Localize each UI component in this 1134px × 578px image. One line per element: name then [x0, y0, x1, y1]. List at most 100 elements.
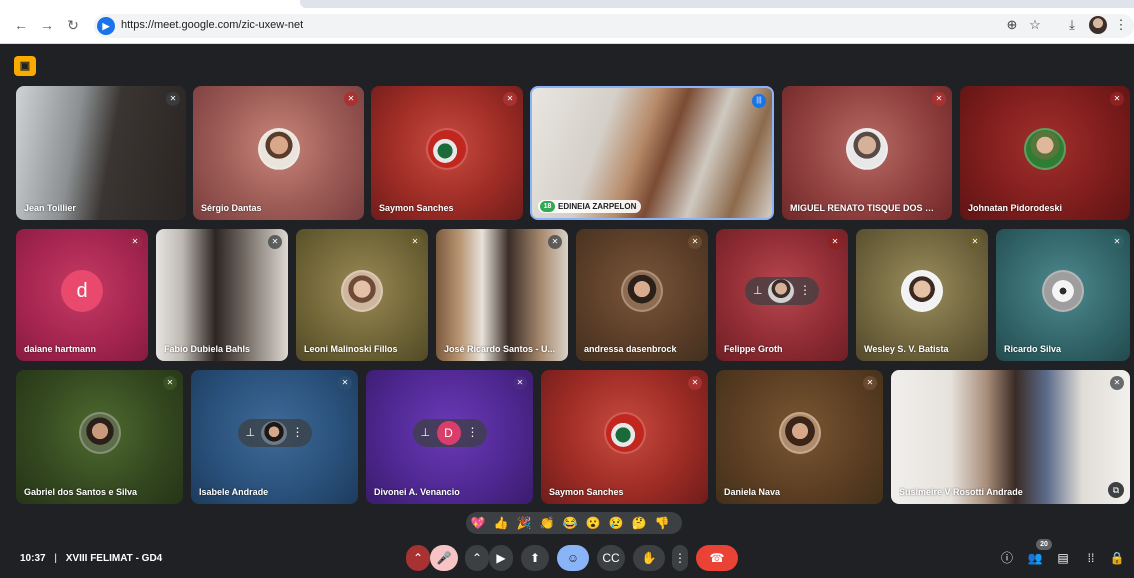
- star-icon[interactable]: ☆: [1026, 16, 1044, 34]
- participant-tile[interactable]: ✕ andressa dasenbrock: [576, 229, 708, 361]
- download-icon[interactable]: ⤓: [1063, 16, 1081, 34]
- participant-name: Ricardo Silva: [1004, 344, 1062, 354]
- mic-off-icon: ✕: [828, 235, 842, 249]
- mic-off-icon: ✕: [1110, 92, 1124, 106]
- tab-strip: [300, 0, 1134, 8]
- participant-name: Isabele Andrade: [199, 487, 269, 497]
- pin-icon[interactable]: ⊥: [421, 426, 431, 439]
- raise-hand-button[interactable]: ✋: [633, 545, 665, 571]
- host-controls-icon[interactable]: 🔒: [1108, 549, 1126, 567]
- participant-tile[interactable]: ✕ ⊥ ⋮ Felippe Groth: [716, 229, 848, 361]
- participant-tile[interactable]: ✕ d daiane hartmann: [16, 229, 148, 361]
- participant-tile[interactable]: ✕ Jean Toillier: [16, 86, 186, 220]
- reaction-laugh[interactable]: 😂: [562, 515, 578, 531]
- reaction-sad[interactable]: 😢: [608, 515, 624, 531]
- participant-tile[interactable]: ✕ MIGUEL RENATO TISQUE DOS S...: [782, 86, 952, 220]
- avatar: [768, 279, 794, 303]
- meeting-details-icon[interactable]: ⓘ: [998, 549, 1016, 567]
- reframe-icon[interactable]: ⧉: [1108, 482, 1124, 498]
- people-icon[interactable]: 👥: [1026, 549, 1044, 567]
- avatar: [257, 128, 300, 170]
- participant-tile[interactable]: ✕ Johnatan Pidorodeski: [960, 86, 1130, 220]
- url-text[interactable]: https://meet.google.com/zic-uxew-net: [121, 19, 303, 31]
- participant-tile[interactable]: ✕ Daniela Nava: [716, 370, 883, 504]
- address-bar[interactable]: ▶ https://meet.google.com/zic-uxew-net: [94, 14, 1134, 38]
- more-options-icon[interactable]: ⋮: [799, 283, 811, 297]
- mic-off-icon: ✕: [503, 92, 517, 106]
- mic-off-icon: ✕: [688, 235, 702, 249]
- avatar: [621, 270, 663, 312]
- mic-off-icon: ✕: [513, 376, 527, 390]
- captions-button[interactable]: CC: [597, 545, 625, 571]
- avatar: [778, 412, 821, 454]
- mic-off-icon: ✕: [408, 235, 422, 249]
- mic-off-icon: ✕: [344, 92, 358, 106]
- browser-toolbar: ← → ↻ ▶ https://meet.google.com/zic-uxew…: [0, 0, 1134, 44]
- participant-tile[interactable]: ✕ Saymon Sanches: [371, 86, 523, 220]
- pin-icon[interactable]: ⊥: [753, 284, 763, 297]
- camera-toggle-button[interactable]: ▶: [489, 545, 513, 571]
- zoom-icon[interactable]: ⊕: [1003, 16, 1021, 34]
- reaction-thumbs-up[interactable]: 👍: [493, 515, 509, 531]
- participant-tile[interactable]: ✕ ⧉ Susimeire V Rosotti Andrade: [891, 370, 1130, 504]
- chat-icon[interactable]: ▤: [1054, 549, 1072, 567]
- more-options-button[interactable]: ⋮: [672, 545, 688, 571]
- participant-tile[interactable]: ✕ ⊥ ⋮ Isabele Andrade: [191, 370, 358, 504]
- participant-name: Felippe Groth: [724, 344, 783, 354]
- avatar: [426, 128, 468, 170]
- participant-name: José Ricardo Santos - U...: [444, 344, 556, 354]
- avatar: [341, 270, 383, 312]
- meeting-status-icon[interactable]: ▣: [14, 56, 36, 76]
- reload-icon[interactable]: ↻: [64, 16, 82, 34]
- tile-hover-controls[interactable]: ⊥ ⋮: [745, 277, 819, 305]
- reaction-thumbs-down[interactable]: 👎: [654, 515, 670, 531]
- avatar: [1024, 128, 1066, 170]
- tile-hover-controls[interactable]: ⊥ D ⋮: [412, 419, 487, 447]
- avatar: D: [436, 421, 461, 445]
- more-options-icon[interactable]: ⋮: [292, 425, 304, 439]
- participant-name: Gabriel dos Santos e Silva: [24, 487, 138, 497]
- pin-icon[interactable]: ⊥: [246, 426, 256, 439]
- participant-tile[interactable]: ✕ Leoni Malinoski Fillos: [296, 229, 428, 361]
- reaction-clap[interactable]: 👏: [539, 515, 555, 531]
- avatar: [901, 270, 943, 312]
- mic-off-icon: ✕: [163, 376, 177, 390]
- reaction-thinking[interactable]: 🤔: [631, 515, 647, 531]
- reaction-party[interactable]: 🎉: [516, 515, 532, 531]
- participant-tile[interactable]: ✕ Wesley S. V. Batista: [856, 229, 988, 361]
- more-options-icon[interactable]: ⋮: [467, 425, 479, 439]
- participant-tile[interactable]: ✕ Ricardo Silva: [996, 229, 1130, 361]
- participant-name: EDINEIA ZARPELON: [558, 202, 637, 211]
- participant-name: Susimeire V Rosotti Andrade: [899, 487, 1023, 497]
- avatar: [603, 412, 646, 454]
- participant-tile[interactable]: ✕ Gabriel dos Santos e Silva: [16, 370, 183, 504]
- meeting-title: XVIII FELIMAT - GD4: [65, 553, 163, 564]
- mic-off-icon: ✕: [166, 92, 180, 106]
- participant-name: Sérgio Dantas: [201, 203, 262, 213]
- reactions-bar: 💖 👍 🎉 👏 😂 😮 😢 🤔 👎: [466, 512, 682, 534]
- emoji-reactions-button[interactable]: ☺: [557, 545, 589, 571]
- tile-hover-controls[interactable]: ⊥ ⋮: [237, 419, 312, 447]
- camera-options-chevron-icon[interactable]: ⌃: [465, 545, 489, 571]
- reaction-heart[interactable]: 💖: [470, 515, 486, 531]
- participant-name: Saymon Sanches: [549, 487, 624, 497]
- participant-tile[interactable]: ✕ Fabio Dubiela Bahls: [156, 229, 288, 361]
- activities-icon[interactable]: ⁞⁞: [1082, 549, 1100, 567]
- mic-options-chevron-icon[interactable]: ⌃: [406, 545, 430, 571]
- leave-call-button[interactable]: ☎: [696, 545, 738, 571]
- kebab-menu-icon[interactable]: ⋮: [1112, 16, 1130, 34]
- participant-tile[interactable]: ✕ Sérgio Dantas: [193, 86, 364, 220]
- participant-name: Johnatan Pidorodeski: [968, 203, 1063, 213]
- present-screen-button[interactable]: ⬆: [521, 545, 549, 571]
- participant-name: Daniela Nava: [724, 487, 781, 497]
- participant-tile[interactable]: ✕ José Ricardo Santos - U...: [436, 229, 568, 361]
- participant-tile[interactable]: ✕ Saymon Sanches: [541, 370, 708, 504]
- back-icon[interactable]: ←: [12, 16, 30, 34]
- participant-tile[interactable]: ✕ ⊥ D ⋮ Divonei A. Venancio: [366, 370, 533, 504]
- participant-tile-speaking[interactable]: ||| 18 EDINEIA ZARPELON: [530, 86, 774, 220]
- reaction-surprised[interactable]: 😮: [585, 515, 601, 531]
- mic-toggle-button[interactable]: 🎤: [430, 545, 458, 571]
- info-separator: |: [54, 553, 57, 564]
- profile-avatar[interactable]: [1089, 16, 1107, 34]
- forward-icon[interactable]: →: [38, 16, 56, 34]
